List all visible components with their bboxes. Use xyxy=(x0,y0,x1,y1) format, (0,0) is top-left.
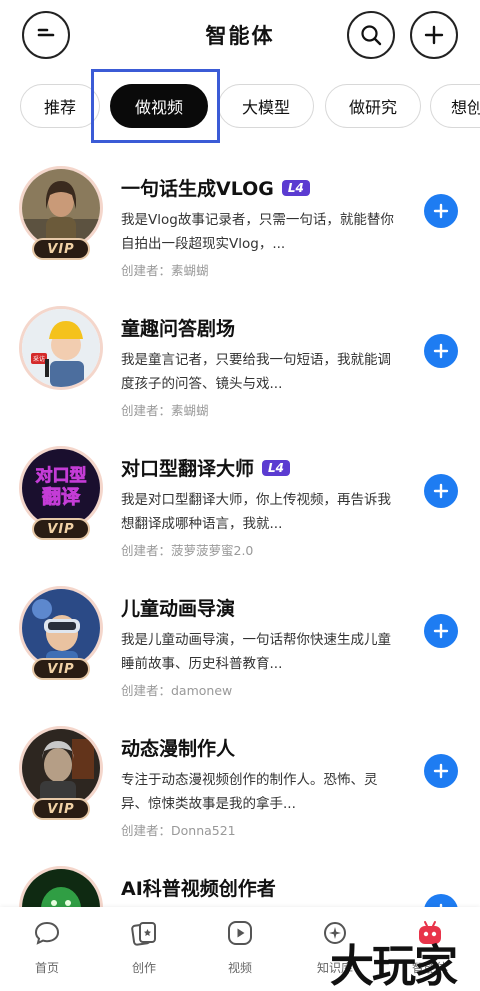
list-item[interactable]: VIP 一句话生成VLOG L4 我是Vlog故事记录者，只需一句话，就能替你自… xyxy=(0,162,480,302)
plus-icon xyxy=(433,483,449,499)
plus-icon xyxy=(424,25,444,45)
agent-list: VIP 一句话生成VLOG L4 我是Vlog故事记录者，只需一句话，就能替你自… xyxy=(0,162,480,907)
category-tabs: 推荐 做视频 大模型 做研究 想创 xyxy=(0,84,480,130)
avatar: 采访 xyxy=(19,306,103,390)
agent-creator: 创建者：素蝴蝴 xyxy=(121,263,209,278)
nav-home-label: 首页 xyxy=(34,961,59,975)
agent-description: 我是儿童动画导演，一句话帮你快速生成儿童睡前故事、历史科普教育... xyxy=(121,632,391,672)
avatar xyxy=(19,866,103,907)
vip-badge: VIP xyxy=(32,798,90,820)
watermark-text: 大玩家 xyxy=(330,941,458,991)
agent-description: 专注于动态漫视频创作的制作人。恐怖、灵异、惊悚类故事是我的拿手... xyxy=(121,772,378,812)
mic-tag-text: 采访 xyxy=(33,355,45,363)
ai-science-avatar-image xyxy=(22,869,100,907)
create-cards-icon xyxy=(131,922,156,946)
vlog-woman-avatar-image xyxy=(22,169,100,247)
page-title: 智能体 xyxy=(205,24,275,48)
nav-create-label: 创作 xyxy=(131,961,156,975)
vip-badge: VIP xyxy=(32,658,90,680)
agent-description: 我是童言记者，只要给我一句短语，我就能调度孩子的问答、镜头与戏... xyxy=(121,352,391,392)
nav-video[interactable]: 视频 xyxy=(205,919,275,976)
avatar: 对口型 翻译 VIP xyxy=(19,446,103,540)
vip-badge: VIP xyxy=(32,238,90,260)
search-icon xyxy=(361,25,382,46)
avatar: VIP xyxy=(19,586,103,680)
tab-creative[interactable]: 想创 xyxy=(430,84,480,128)
plus-icon xyxy=(433,763,449,779)
add-agent-button[interactable] xyxy=(424,614,458,648)
comic-producer-avatar-image xyxy=(22,729,100,807)
agent-creator: 创建者：素蝴蝴 xyxy=(121,403,209,418)
agent-creator: 创建者：菠萝菠萝蜜2.0 xyxy=(121,543,254,558)
agent-name: AI科普视频创作者 xyxy=(121,878,276,900)
add-agent-button[interactable] xyxy=(424,474,458,508)
animation-director-avatar-image xyxy=(22,589,100,667)
agent-creator: 创建者：Donna521 xyxy=(121,823,236,838)
vip-badge: VIP xyxy=(32,518,90,540)
list-item[interactable]: AI科普视频创作者 xyxy=(0,862,480,907)
nav-video-label: 视频 xyxy=(227,961,252,975)
add-agent-button[interactable] xyxy=(424,754,458,788)
selection-highlight xyxy=(91,69,220,143)
nav-create[interactable]: 创作 xyxy=(109,919,179,976)
agent-name: 对口型翻译大师 xyxy=(121,458,255,480)
add-agent-button[interactable] xyxy=(424,334,458,368)
agent-name: 一句话生成VLOG xyxy=(121,178,274,200)
level-badge: L4 xyxy=(262,459,291,476)
plus-icon xyxy=(433,623,449,639)
agent-description: 我是对口型翻译大师，你上传视频，再告诉我想翻译成哪种语言，我就... xyxy=(121,492,391,532)
chat-bubble-icon xyxy=(34,921,60,945)
list-item[interactable]: VIP 儿童动画导演 我是儿童动画导演，一句话帮你快速生成儿童睡前故事、历史科普… xyxy=(0,582,480,722)
nav-home[interactable]: 首页 xyxy=(12,919,82,976)
avatar: VIP xyxy=(19,726,103,820)
tab-recommend[interactable]: 推荐 xyxy=(20,84,100,128)
level-badge: L4 xyxy=(281,179,310,196)
translate-master-avatar-image: 对口型 翻译 xyxy=(22,449,100,527)
tab-large-model[interactable]: 大模型 xyxy=(218,84,314,128)
agent-name: 动态漫制作人 xyxy=(121,738,236,760)
agent-description: 我是Vlog故事记录者，只需一句话，就能替你自拍出一段超现实Vlog，... xyxy=(121,212,394,252)
plus-icon xyxy=(433,343,449,359)
child-reporter-avatar-image: 采访 xyxy=(22,309,100,387)
add-agent-button[interactable] xyxy=(424,194,458,228)
avatar-title-line2: 翻译 xyxy=(42,485,81,508)
list-item[interactable]: 采访 童趣问答剧场 我是童言记者，只要给我一句短语，我就能调度孩子的问答、镜头与… xyxy=(0,302,480,442)
avatar-title-line1: 对口型 xyxy=(36,465,87,486)
list-item[interactable]: VIP 动态漫制作人 专注于动态漫视频创作的制作人。恐怖、灵异、惊悚类故事是我的… xyxy=(0,722,480,862)
top-bar: 智能体 xyxy=(0,0,480,72)
play-icon xyxy=(228,921,252,945)
avatar: VIP xyxy=(19,166,103,260)
list-item[interactable]: 对口型 翻译 VIP 对口型翻译大师 L4 我是对口型翻译大师，你上传视频，再告… xyxy=(0,442,480,582)
plus-icon xyxy=(433,203,449,219)
agent-name: 童趣问答剧场 xyxy=(121,318,236,340)
add-agent-button[interactable] xyxy=(424,894,458,907)
agent-creator: 创建者：damonew xyxy=(121,683,233,698)
agent-name: 儿童动画导演 xyxy=(121,598,236,620)
create-agent-button[interactable] xyxy=(410,11,458,59)
search-button[interactable] xyxy=(347,11,395,59)
tab-research[interactable]: 做研究 xyxy=(325,84,421,128)
